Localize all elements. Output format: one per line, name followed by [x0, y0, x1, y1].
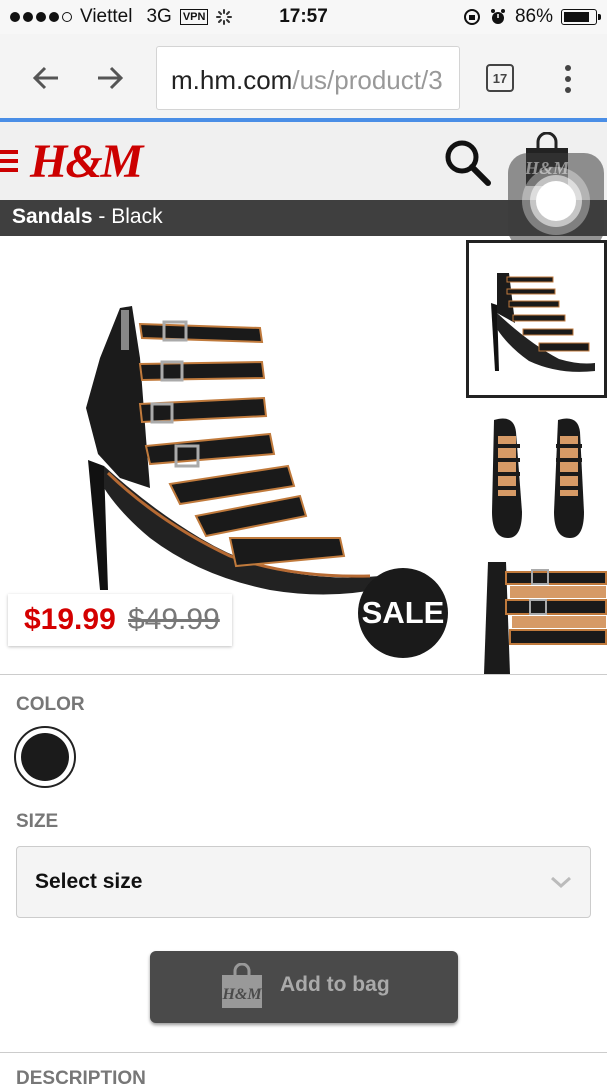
thumbnail-sandal-top-image	[492, 418, 584, 538]
overflow-menu-button[interactable]	[556, 62, 580, 96]
url-path: /us/product/3	[292, 65, 443, 95]
back-arrow-icon	[32, 66, 58, 90]
product-color-name: Black	[111, 205, 163, 228]
alarm-icon	[490, 9, 505, 24]
back-button[interactable]	[28, 60, 64, 96]
url-host: m.hm.com	[171, 65, 293, 95]
original-price: $49.99	[128, 603, 220, 636]
thumbnail-2[interactable]	[466, 402, 607, 558]
status-bar: Viettel 3G VPN 17:57 86%	[0, 0, 607, 34]
size-label: SIZE	[16, 811, 59, 832]
sale-badge: SALE	[358, 568, 448, 658]
forward-button[interactable]	[92, 60, 128, 96]
divider	[0, 1052, 607, 1053]
orientation-lock-icon	[463, 9, 480, 25]
sale-price: $19.99	[24, 603, 116, 636]
hm-logo[interactable]: H&M	[30, 134, 143, 189]
description-label[interactable]: DESCRIPTION	[16, 1068, 146, 1090]
search-icon	[445, 140, 491, 186]
browser-toolbar: m.hm.com/us/product/3 17	[0, 34, 607, 120]
battery-icon	[561, 9, 601, 25]
hamburger-icon[interactable]	[0, 150, 18, 172]
divider	[0, 674, 607, 675]
assistive-touch-button[interactable]	[508, 153, 604, 249]
color-swatch-black[interactable]	[14, 726, 76, 788]
chevron-down-icon	[551, 876, 571, 889]
add-to-bag-label: Add to bag	[280, 973, 390, 996]
price-box: $19.99 $49.99	[8, 594, 232, 646]
thumbnail-3[interactable]	[466, 562, 607, 674]
svg-text:H&M: H&M	[221, 986, 262, 1003]
tab-count: 17	[492, 70, 508, 86]
thumbnail-sandal-side-image	[491, 273, 595, 372]
url-bar[interactable]: m.hm.com/us/product/3	[156, 46, 460, 110]
search-button[interactable]	[442, 138, 496, 188]
battery-percent: 86%	[514, 6, 553, 27]
add-to-bag-button[interactable]: H&M Add to bag	[150, 951, 458, 1023]
color-label: COLOR	[16, 694, 85, 715]
thumbnail-strip	[466, 238, 607, 674]
product-name: Sandals	[12, 205, 93, 228]
thumbnail-sandal-detail-image	[484, 562, 607, 674]
title-separator: -	[92, 205, 112, 228]
forward-arrow-icon	[98, 66, 124, 90]
thumbnail-1[interactable]	[466, 240, 607, 398]
size-select[interactable]: Select size	[16, 846, 591, 918]
tabs-button[interactable]: 17	[486, 64, 514, 92]
shopping-bag-icon: H&M	[221, 963, 262, 1008]
size-select-value: Select size	[35, 870, 143, 893]
